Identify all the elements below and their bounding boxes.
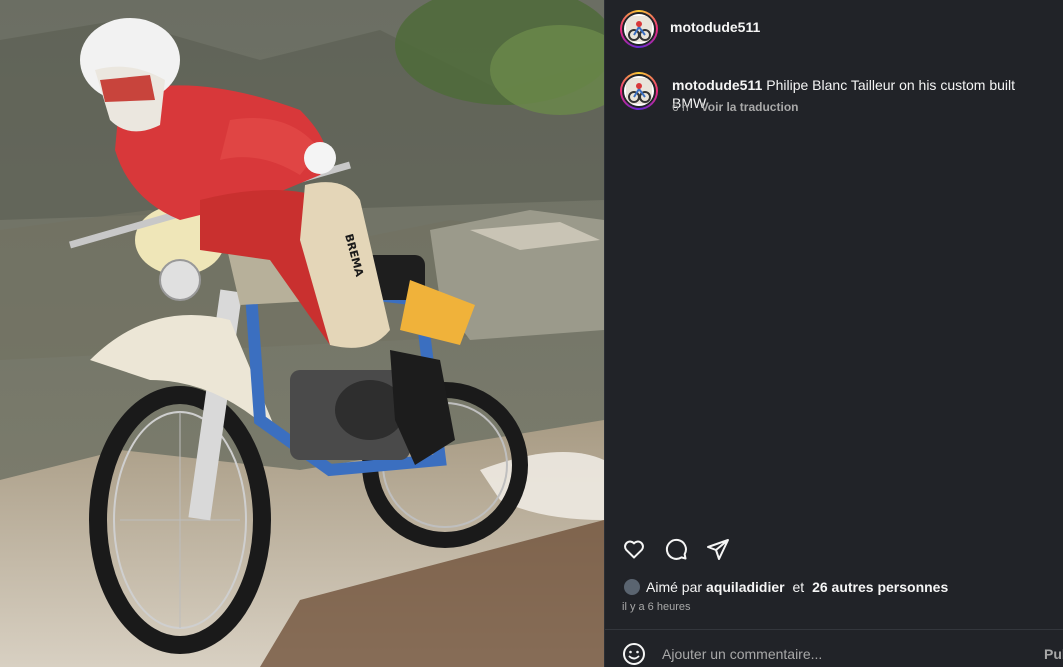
- liker-username[interactable]: aquiladidier: [706, 579, 785, 595]
- likes-connector: et: [788, 579, 809, 595]
- likes-prefix: Aimé par: [646, 579, 703, 595]
- caption-meta: 6 h Voir la traduction: [672, 100, 798, 114]
- avatar-moto-icon: [626, 78, 652, 104]
- share-icon: [707, 539, 729, 560]
- post-timestamp[interactable]: il y a 6 heures: [622, 601, 690, 613]
- avatar-moto-icon: [626, 16, 652, 42]
- comment-divider: [605, 629, 1063, 630]
- comment-button[interactable]: [663, 536, 689, 562]
- likes-summary: Aimé par aquiladidier et 26 autres person…: [622, 577, 948, 597]
- post-comment-button[interactable]: Publier: [1044, 646, 1063, 662]
- emoji-icon: [623, 643, 645, 665]
- see-translation-link[interactable]: Voir la traduction: [701, 100, 799, 114]
- action-bar: [621, 536, 731, 562]
- comment-icon: [665, 538, 687, 560]
- caption-age: 6 h: [672, 100, 689, 114]
- comment-input[interactable]: [662, 646, 1022, 662]
- emoji-button[interactable]: [621, 641, 647, 667]
- caption-avatar[interactable]: [620, 72, 658, 110]
- share-button[interactable]: [705, 536, 731, 562]
- caption-username[interactable]: motodude511: [672, 77, 762, 93]
- header-avatar[interactable]: [620, 10, 658, 48]
- likes-others[interactable]: 26 autres personnes: [812, 579, 948, 595]
- post-photo[interactable]: BREMA: [0, 0, 604, 667]
- motorcycle-photo: BREMA: [0, 0, 604, 667]
- post-side-panel: motodude511 motodude511 Philipe Blanc Tai…: [604, 0, 1063, 667]
- heart-icon: [624, 540, 644, 559]
- liker-avatar[interactable]: [622, 577, 642, 597]
- comment-bar: Publier: [621, 640, 1063, 667]
- like-button[interactable]: [621, 536, 647, 562]
- header-username[interactable]: motodude511: [670, 19, 760, 35]
